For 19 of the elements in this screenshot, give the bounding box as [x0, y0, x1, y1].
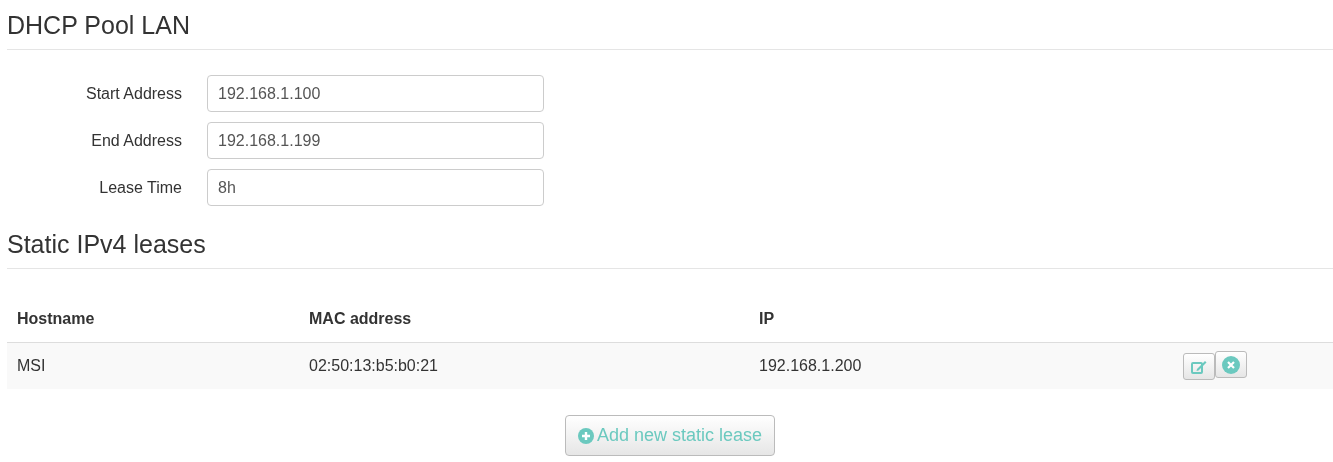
- section-title: Static IPv4 leases: [7, 229, 207, 260]
- plus-icon: [577, 427, 594, 444]
- field-label: Lease Time: [98, 177, 183, 198]
- input-field[interactable]: 192.168.1.199: [207, 122, 544, 159]
- close-icon: [1222, 355, 1240, 374]
- table-cell: 192.168.1.200: [749, 342, 1173, 389]
- input-field[interactable]: 8h: [207, 169, 544, 206]
- field-label: End Address: [90, 130, 183, 151]
- column-header: Hostname: [7, 295, 299, 343]
- table-cell: 02:50:13:b5:b0:21: [299, 342, 749, 389]
- column-header: MAC address: [299, 295, 749, 343]
- column-header: IP: [749, 295, 1173, 343]
- edit-icon: [1191, 359, 1207, 374]
- edit-button[interactable]: [1183, 353, 1215, 381]
- table-cell: MSI: [7, 342, 299, 389]
- field-label: Start Address: [84, 83, 183, 104]
- delete-button[interactable]: [1215, 351, 1247, 379]
- input-field[interactable]: 192.168.1.100: [207, 75, 544, 112]
- section-title: DHCP Pool LAN: [7, 10, 191, 41]
